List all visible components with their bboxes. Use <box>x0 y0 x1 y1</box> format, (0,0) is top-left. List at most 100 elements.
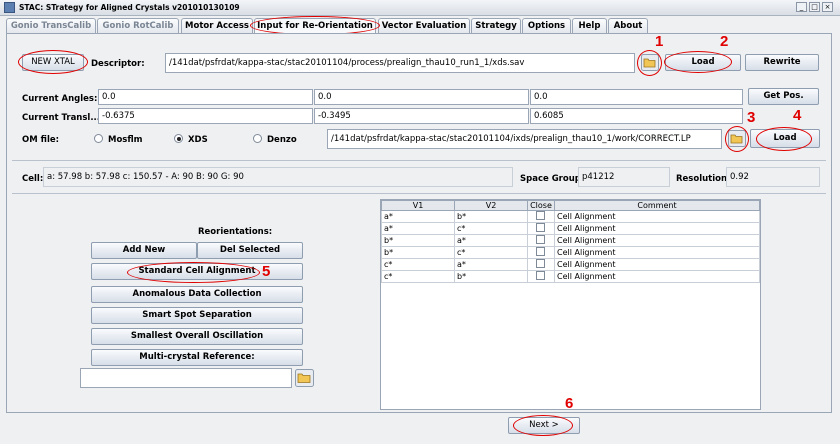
angle-field[interactable]: 0.0 <box>530 89 743 105</box>
table-cell: c* <box>381 258 455 271</box>
table-row[interactable]: c* a* Cell Alignment <box>381 258 760 271</box>
reference-input[interactable] <box>80 368 292 388</box>
close-checkbox[interactable] <box>536 235 545 244</box>
table-cell: Cell Alignment <box>554 246 760 259</box>
table-row[interactable]: a* b* Cell Alignment <box>381 210 760 223</box>
smart-spot-separation-button[interactable]: Smart Spot Separation <box>91 307 303 324</box>
anomalous-data-collection-button[interactable]: Anomalous Data Collection <box>91 286 303 303</box>
space-group-value: p41212 <box>578 167 670 187</box>
table-cell: a* <box>454 234 528 247</box>
table-cell: b* <box>454 270 528 283</box>
tab-gonio-rotcalib[interactable]: Gonio RotCalib <box>97 18 179 33</box>
cell-value: a: 57.98 b: 57.98 c: 150.57 - A: 90 B: 9… <box>43 167 513 187</box>
rewrite-button[interactable]: Rewrite <box>745 54 819 71</box>
highlight-ellipse <box>127 262 260 283</box>
folder-icon[interactable] <box>295 369 314 387</box>
column-header[interactable]: V1 <box>381 200 455 211</box>
resolution-label: Resolution: <box>676 174 731 184</box>
tab-help[interactable]: Help <box>572 18 607 33</box>
table-row[interactable]: b* a* Cell Alignment <box>381 234 760 247</box>
descriptor-input[interactable]: /141dat/psfrdat/kappa-stac/stac20101104/… <box>165 53 635 73</box>
title-bar: STAC: STrategy for Aligned Crystals v201… <box>0 0 840 16</box>
tab-gonio-transcalib[interactable]: Gonio TransCalib <box>6 18 96 33</box>
close-checkbox[interactable] <box>536 223 545 232</box>
table-cell: c* <box>381 270 455 283</box>
om-file-label: OM file: <box>22 135 60 145</box>
annotation-number: 5 <box>262 263 271 280</box>
smallest-overall-oscillation-button[interactable]: Smallest Overall Oscillation <box>91 328 303 345</box>
highlight-ellipse <box>756 127 812 151</box>
tab-about[interactable]: About <box>608 18 648 33</box>
del-selected-button[interactable]: Del Selected <box>197 242 303 259</box>
table-cell: Cell Alignment <box>554 222 760 235</box>
angle-field[interactable]: 0.0 <box>314 89 529 105</box>
space-group-label: Space Group: <box>520 174 585 184</box>
get-pos-button[interactable]: Get Pos. <box>748 88 819 105</box>
table-cell: c* <box>454 222 528 235</box>
divider <box>12 193 826 194</box>
table-row[interactable]: a* c* Cell Alignment <box>381 222 760 235</box>
table-cell: Cell Alignment <box>554 234 760 247</box>
table-cell: b* <box>381 246 455 259</box>
table-cell: Cell Alignment <box>554 258 760 271</box>
tab-strategy[interactable]: Strategy <box>471 18 521 33</box>
close-checkbox[interactable] <box>536 211 545 220</box>
radio-denzo-label: Denzo <box>267 135 297 145</box>
radio-xds[interactable] <box>174 134 183 143</box>
transl-field[interactable]: -0.3495 <box>314 108 529 124</box>
highlight-ellipse <box>513 415 573 436</box>
tab-vector-evaluation[interactable]: Vector Evaluation <box>378 18 470 33</box>
highlight-ellipse <box>18 50 88 74</box>
radio-xds-label: XDS <box>188 135 208 145</box>
table-cell: a* <box>381 222 455 235</box>
table-cell: c* <box>454 246 528 259</box>
column-header[interactable]: V2 <box>454 200 528 211</box>
annotation-number: 4 <box>793 107 802 124</box>
minimize-icon[interactable]: _ <box>796 2 807 12</box>
table-row[interactable]: c* b* Cell Alignment <box>381 270 760 283</box>
tab-bar: Gonio TransCalib Gonio RotCalib Motor Ac… <box>0 16 840 35</box>
resolution-value: 0.92 <box>726 167 820 187</box>
column-header[interactable]: Comment <box>554 200 760 211</box>
close-checkbox[interactable] <box>536 247 545 256</box>
multi-crystal-reference-button[interactable]: Multi-crystal Reference: <box>91 349 303 366</box>
transl-field[interactable]: -0.6375 <box>98 108 313 124</box>
table-cell: a* <box>454 258 528 271</box>
close-checkbox[interactable] <box>536 259 545 268</box>
current-angles-label: Current Angles: <box>22 94 98 104</box>
divider <box>12 160 826 161</box>
highlight-ellipse <box>725 126 749 152</box>
maximize-icon[interactable]: □ <box>809 2 820 12</box>
current-transl-label: Current Transl... <box>22 113 101 123</box>
close-icon[interactable]: × <box>822 2 833 12</box>
radio-denzo[interactable] <box>253 134 262 143</box>
tab-motor-access[interactable]: Motor Access <box>181 18 253 33</box>
radio-mosflm[interactable] <box>94 134 103 143</box>
tab-options[interactable]: Options <box>522 18 571 33</box>
reorientations-title: Reorientations: <box>198 227 273 237</box>
add-new-button[interactable]: Add New <box>91 242 197 259</box>
radio-mosflm-label: Mosflm <box>108 135 143 145</box>
column-header[interactable]: Close <box>527 200 555 211</box>
reorientation-table: V1 V2 Close Comment a* b* Cell Alignment a… <box>380 199 761 410</box>
highlight-ellipse <box>637 50 662 76</box>
table-cell: Cell Alignment <box>554 210 760 223</box>
transl-field[interactable]: 0.6085 <box>530 108 743 124</box>
highlight-ellipse <box>664 51 732 73</box>
cell-label: Cell: <box>22 174 44 184</box>
annotation-number: 3 <box>747 109 756 126</box>
annotation-number: 1 <box>655 33 664 50</box>
annotation-number: 2 <box>720 33 729 50</box>
annotation-number: 6 <box>565 395 574 412</box>
table-cell: b* <box>454 210 528 223</box>
app-icon <box>4 2 15 13</box>
close-checkbox[interactable] <box>536 271 545 280</box>
table-cell: a* <box>381 210 455 223</box>
table-cell: b* <box>381 234 455 247</box>
table-row[interactable]: b* c* Cell Alignment <box>381 246 760 259</box>
descriptor-label: Descriptor: <box>91 59 145 69</box>
angle-field[interactable]: 0.0 <box>98 89 313 105</box>
window-title: STAC: STrategy for Aligned Crystals v201… <box>19 3 240 12</box>
om-file-input[interactable]: /141dat/psfrdat/kappa-stac/stac20101104/… <box>327 129 722 149</box>
table-cell: Cell Alignment <box>554 270 760 283</box>
